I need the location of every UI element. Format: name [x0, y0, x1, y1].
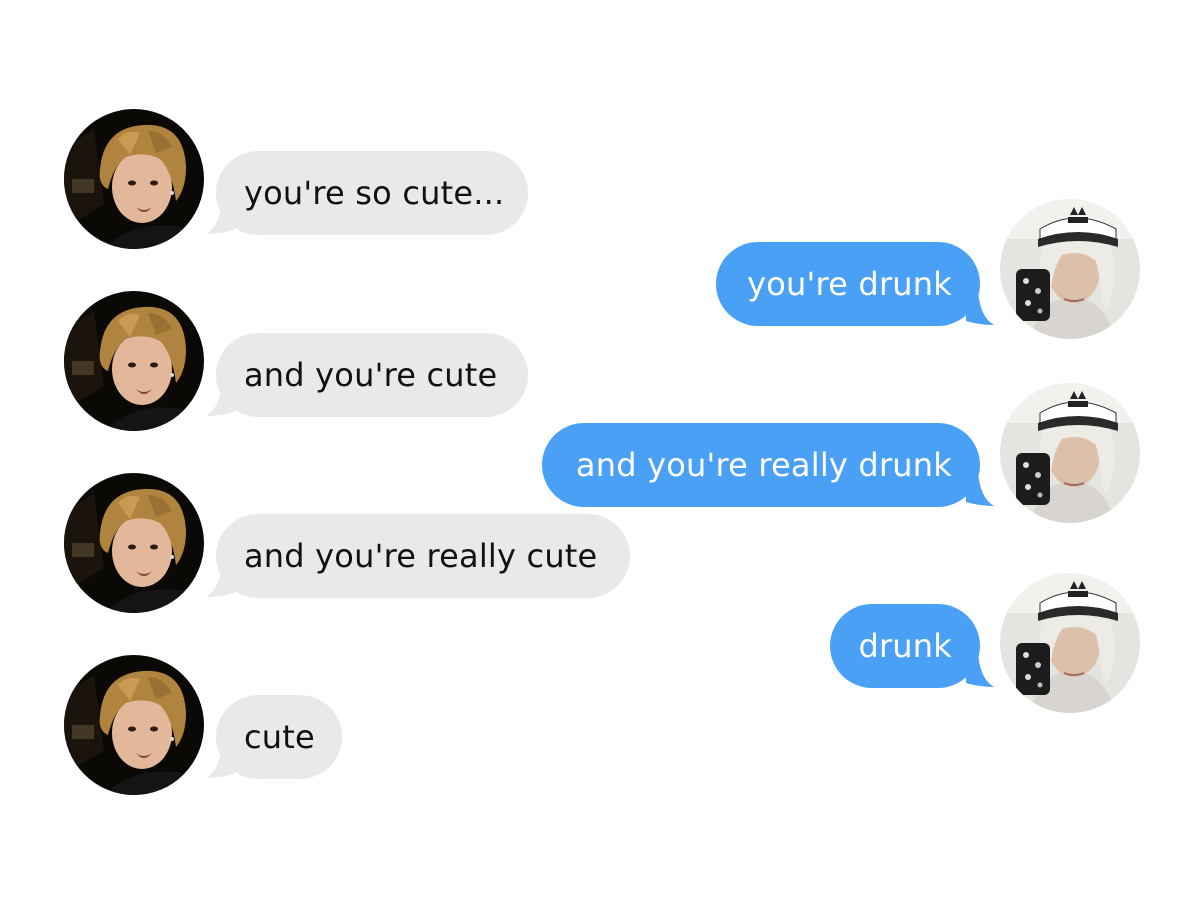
user-avatar[interactable] [1000, 199, 1140, 339]
message-text: and you're really drunk [575, 446, 952, 484]
sent-message-bubble[interactable]: and you're really drunk [542, 423, 980, 507]
sent-message-bubble[interactable]: drunk [830, 604, 980, 688]
received-message-bubble[interactable]: you're so cute... [216, 151, 528, 235]
message-text: you're so cute... [244, 174, 505, 212]
contact-avatar[interactable] [64, 473, 204, 613]
contact-avatar-photo [64, 473, 204, 613]
contact-avatar[interactable] [64, 109, 204, 249]
received-message-bubble[interactable]: and you're cute [216, 333, 528, 417]
sent-message-bubble[interactable]: you're drunk [716, 242, 980, 326]
message-text: drunk [858, 627, 952, 665]
contact-avatar-photo [64, 109, 204, 249]
contact-avatar-photo [64, 291, 204, 431]
sent-bubble-tail [960, 472, 1000, 512]
user-avatar[interactable] [1000, 573, 1140, 713]
received-message-bubble[interactable]: cute [216, 695, 342, 779]
contact-avatar[interactable] [64, 291, 204, 431]
user-avatar-photo [1000, 199, 1140, 339]
message-text: and you're really cute [244, 537, 598, 575]
message-text: you're drunk [747, 265, 952, 303]
sent-bubble-tail [960, 291, 1000, 331]
sent-bubble-tail [960, 653, 1000, 693]
user-avatar-photo [1000, 383, 1140, 523]
contact-avatar-photo [64, 655, 204, 795]
message-text: and you're cute [244, 356, 498, 394]
message-text: cute [244, 718, 315, 756]
contact-avatar[interactable] [64, 655, 204, 795]
user-avatar[interactable] [1000, 383, 1140, 523]
user-avatar-photo [1000, 573, 1140, 713]
received-message-bubble[interactable]: and you're really cute [216, 514, 630, 598]
